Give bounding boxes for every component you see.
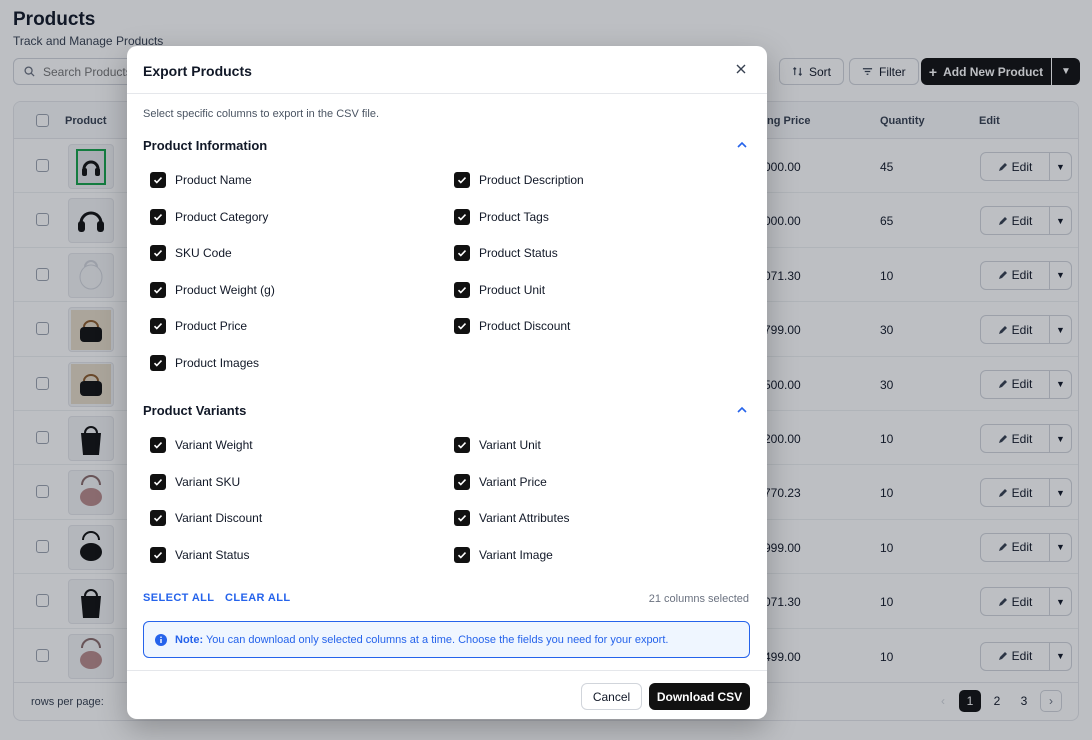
column-option[interactable]: Variant Attributes bbox=[454, 510, 570, 527]
chevron-up-icon[interactable] bbox=[735, 138, 749, 152]
column-option[interactable]: Variant Status bbox=[150, 546, 250, 563]
checkbox-checked[interactable] bbox=[150, 546, 166, 563]
column-option-label: Variant Unit bbox=[479, 438, 541, 452]
checkbox-checked[interactable] bbox=[150, 208, 166, 225]
select-all-button[interactable]: SELECT ALL bbox=[143, 592, 214, 604]
column-option-label: Product Status bbox=[479, 246, 558, 261]
column-option[interactable]: Variant Discount bbox=[150, 510, 263, 527]
column-option[interactable]: Product Status bbox=[454, 245, 558, 262]
checkbox-checked[interactable] bbox=[150, 172, 166, 188]
checkbox-checked[interactable] bbox=[454, 245, 470, 262]
checkbox-checked[interactable] bbox=[150, 355, 166, 371]
column-option-label: Product Price bbox=[175, 319, 248, 334]
column-option[interactable]: Variant SKU bbox=[150, 473, 241, 490]
column-option-label: Variant Status bbox=[175, 547, 250, 562]
section-title-product-variants: Product Variants bbox=[143, 403, 247, 418]
column-option[interactable]: Variant Price bbox=[454, 473, 547, 490]
column-option[interactable]: Variant Weight bbox=[150, 437, 253, 453]
column-option[interactable]: Product Category bbox=[150, 208, 269, 225]
cancel-button[interactable]: Cancel bbox=[581, 683, 642, 710]
export-products-modal: Export Products Select specific columns … bbox=[127, 46, 767, 719]
chevron-up-icon[interactable] bbox=[735, 403, 749, 417]
column-option-label: Variant Attributes bbox=[479, 511, 570, 526]
modal-description: Select specific columns to export in the… bbox=[143, 108, 379, 120]
note-label: Note: bbox=[175, 633, 204, 646]
column-option[interactable]: Product Images bbox=[150, 355, 259, 371]
column-option-label: Variant Image bbox=[479, 547, 553, 562]
checkbox-checked[interactable] bbox=[150, 245, 166, 262]
column-option-label: Variant SKU bbox=[175, 474, 241, 489]
column-option-label: Product Unit bbox=[479, 282, 546, 297]
column-option-label: Variant Weight bbox=[175, 438, 253, 452]
column-option-label: SKU Code bbox=[175, 246, 232, 261]
section-title-product-information: Product Information bbox=[143, 138, 268, 153]
column-option[interactable]: Product Tags bbox=[454, 208, 549, 225]
clear-all-button[interactable]: CLEAR ALL bbox=[225, 592, 291, 604]
column-option[interactable]: Product Description bbox=[454, 172, 584, 188]
column-option[interactable]: Product Weight (g) bbox=[150, 281, 275, 298]
modal-header: Export Products bbox=[127, 46, 767, 94]
download-csv-button[interactable]: Download CSV bbox=[649, 683, 750, 710]
column-option[interactable]: Product Price bbox=[150, 318, 248, 335]
column-option-label: Product Weight (g) bbox=[175, 282, 275, 297]
column-option[interactable]: SKU Code bbox=[150, 245, 232, 262]
modal-footer: Cancel Download CSV bbox=[127, 670, 767, 719]
column-option[interactable]: Variant Image bbox=[454, 546, 553, 563]
checkbox-checked[interactable] bbox=[150, 281, 166, 298]
checkbox-checked[interactable] bbox=[454, 473, 470, 490]
column-option-label: Product Description bbox=[479, 173, 584, 187]
column-option[interactable]: Product Discount bbox=[454, 318, 571, 335]
column-option-label: Product Category bbox=[175, 209, 269, 224]
column-option[interactable]: Product Unit bbox=[454, 281, 546, 298]
close-icon bbox=[736, 64, 746, 74]
checkbox-checked[interactable] bbox=[454, 318, 470, 335]
close-button[interactable] bbox=[733, 61, 749, 77]
export-note: Note: You can download only selected col… bbox=[143, 621, 750, 658]
checkbox-checked[interactable] bbox=[150, 318, 166, 335]
column-option-label: Variant Discount bbox=[175, 511, 263, 526]
column-option-label: Product Tags bbox=[479, 209, 549, 224]
column-option[interactable]: Product Name bbox=[150, 172, 252, 188]
checkbox-checked[interactable] bbox=[454, 172, 470, 188]
column-option-label: Variant Price bbox=[479, 474, 547, 489]
selected-count: 21 columns selected bbox=[648, 593, 749, 605]
checkbox-checked[interactable] bbox=[454, 437, 470, 453]
column-option-label: Product Name bbox=[175, 173, 252, 187]
modal-title: Export Products bbox=[143, 63, 252, 79]
column-option[interactable]: Variant Unit bbox=[454, 437, 541, 453]
checkbox-checked[interactable] bbox=[150, 510, 166, 527]
checkbox-checked[interactable] bbox=[150, 437, 166, 453]
checkbox-checked[interactable] bbox=[454, 208, 470, 225]
checkbox-checked[interactable] bbox=[150, 473, 166, 490]
checkbox-checked[interactable] bbox=[454, 281, 470, 298]
column-option-label: Product Images bbox=[175, 356, 260, 370]
column-option-label: Product Discount bbox=[479, 319, 571, 334]
note-text: You can download only selected columns a… bbox=[205, 633, 669, 646]
info-icon bbox=[155, 633, 167, 646]
checkbox-checked[interactable] bbox=[454, 546, 470, 563]
checkbox-checked[interactable] bbox=[454, 510, 470, 527]
